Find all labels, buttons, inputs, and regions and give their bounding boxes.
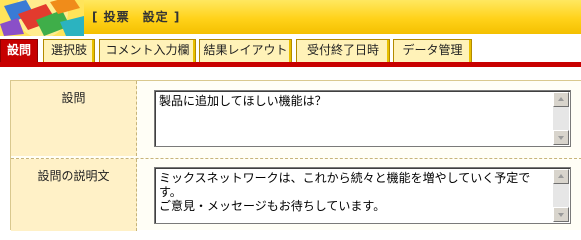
description-textarea[interactable]: ミックスネットワークは、これから続々と機能を増やしていく予定です。 ご意見・メッ… — [154, 167, 571, 224]
scroll-down-arrow-icon[interactable] — [553, 207, 569, 222]
settings-form: 設問 製品に追加してほしい機能は？ 設問の説明文 ミックスネットワークは、これか… — [10, 80, 581, 231]
colorful-books-logo-icon — [0, 0, 84, 36]
tab-choices[interactable]: 選択肢 — [43, 39, 95, 62]
tab-data-management[interactable]: データ管理 — [393, 39, 472, 62]
tab-underline — [0, 62, 581, 67]
tab-question[interactable]: 設問 — [0, 39, 38, 62]
app-header: [ 投票 設定 ] — [0, 0, 581, 36]
question-scrollbar[interactable] — [553, 92, 569, 145]
page-title: [ 投票 設定 ] — [92, 10, 181, 24]
description-scrollbar[interactable] — [553, 169, 569, 222]
question-label: 設問 — [11, 81, 137, 156]
scroll-up-arrow-icon[interactable] — [553, 92, 569, 107]
tab-close-datetime[interactable]: 受付終了日時 — [296, 39, 390, 62]
description-row: 設問の説明文 ミックスネットワークは、これから続々と機能を増やしていく予定です。… — [11, 158, 581, 231]
description-value[interactable]: ミックスネットワークは、これから続々と機能を増やしていく予定です。 ご意見・メッ… — [159, 171, 548, 213]
tab-comment-field[interactable]: コメント入力欄 — [99, 39, 196, 62]
tab-result-layout[interactable]: 結果レイアウト — [199, 39, 292, 62]
scroll-up-arrow-icon[interactable] — [553, 169, 569, 184]
question-row: 設問 製品に追加してほしい機能は？ — [11, 81, 581, 156]
tab-bar: 設問 選択肢 コメント入力欄 結果レイアウト 受付終了日時 データ管理 — [0, 39, 581, 62]
question-value[interactable]: 製品に追加してほしい機能は？ — [159, 94, 548, 108]
question-textarea[interactable]: 製品に追加してほしい機能は？ — [154, 90, 571, 147]
description-label: 設問の説明文 — [11, 159, 137, 231]
scroll-down-arrow-icon[interactable] — [553, 130, 569, 145]
